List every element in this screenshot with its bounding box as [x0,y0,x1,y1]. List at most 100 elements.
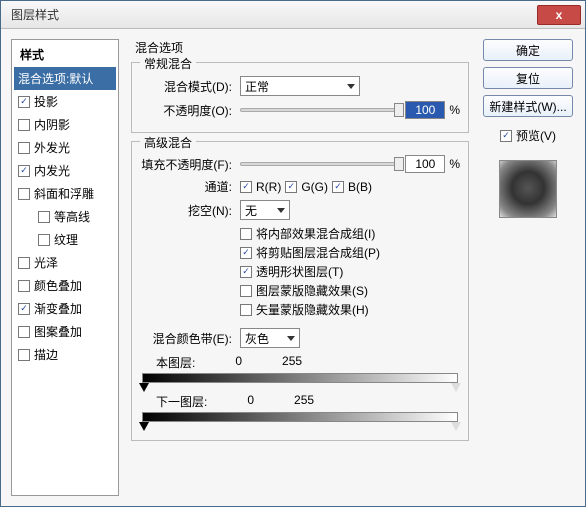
knockout-label: 挖空(N): [140,202,236,219]
dialog-window: 图层样式 x 样式 混合选项:默认 ✓ 投影内阴影外发光 ✓ 内发光斜面和浮雕等高线纹… [0,0,586,507]
fill-slider[interactable] [240,162,401,166]
under-layer-track[interactable] [142,412,458,422]
ok-button[interactable]: 确定 [483,39,573,61]
knockout-value: 无 [245,202,257,219]
fill-thumb[interactable] [394,157,404,171]
checkbox-icon: ✓ [332,181,344,193]
new-style-button[interactable]: 新建样式(W)... [483,95,573,117]
opacity-input[interactable]: 100 [405,101,445,119]
checkbox-icon: ✓ [240,181,252,193]
opacity-label: 不透明度(O): [140,102,236,119]
style-item-4[interactable]: 斜面和浮雕 [14,182,116,205]
checkbox-icon [18,188,30,200]
style-item-2[interactable]: 外发光 [14,136,116,159]
adv-opt-2[interactable]: ✓ 透明形状图层(T) [240,263,460,280]
close-button[interactable]: x [537,5,581,25]
right-panel: 确定 复位 新建样式(W)... ✓ 预览(V) [481,39,575,496]
titlebar: 图层样式 x [1,1,585,29]
blend-if-select[interactable]: 灰色 [240,328,300,348]
blend-mode-label: 混合模式(D): [140,78,236,95]
band-val-255: 255 [282,354,302,371]
dialog-body: 样式 混合选项:默认 ✓ 投影内阴影外发光 ✓ 内发光斜面和浮雕等高线纹理光泽颜色叠加… [1,29,585,506]
opt-label: 矢量蒙版隐藏效果(H) [256,301,369,318]
general-blend-fieldset: 常规混合 混合模式(D): 正常 不透明度(O): 100 % [131,62,469,133]
style-item-1[interactable]: 内阴影 [14,113,116,136]
checkbox-icon: ✓ [18,96,30,108]
chevron-down-icon [287,336,295,341]
close-icon: x [556,8,563,22]
style-item-0[interactable]: ✓ 投影 [14,90,116,113]
style-item-6[interactable]: 纹理 [14,228,116,251]
checkbox-icon [18,142,30,154]
checkbox-icon: ✓ [500,130,512,142]
checkbox-icon: ✓ [240,247,252,259]
opacity-slider[interactable] [240,108,401,112]
main-panel: 混合选项 常规混合 混合模式(D): 正常 不透明度(O): 100 [127,39,473,496]
white-stop-handle[interactable] [451,422,461,431]
cancel-button[interactable]: 复位 [483,67,573,89]
styles-header: 样式 [14,42,116,67]
blend-mode-select[interactable]: 正常 [240,76,360,96]
preview-swatch [499,160,557,218]
black-stop-handle[interactable] [139,422,149,431]
opt-label: 透明形状图层(T) [256,263,343,280]
this-layer-track[interactable] [142,373,458,383]
fill-input[interactable]: 100 [405,155,445,173]
checkbox-icon: ✓ [285,181,297,193]
checkbox-icon [240,285,252,297]
style-item-label: 纹理 [54,231,78,248]
blend-if-label: 混合颜色带(E): [140,330,236,347]
checkbox-icon [38,211,50,223]
style-item-label: 内发光 [34,162,70,179]
under-layer-label: 下一图层: [156,393,207,410]
style-item-label: 光泽 [34,254,58,271]
style-item-label: 颜色叠加 [34,277,82,294]
adv-opt-4[interactable]: 矢量蒙版隐藏效果(H) [240,301,460,318]
dialog-title: 图层样式 [5,6,537,23]
style-item-11[interactable]: 描边 [14,343,116,366]
style-item-9[interactable]: ✓渐变叠加 [14,297,116,320]
blending-options-item[interactable]: 混合选项:默认 [14,67,116,90]
opacity-thumb[interactable] [394,103,404,117]
adv-opt-1[interactable]: ✓ 将剪贴图层混合成组(P) [240,244,460,261]
channels-label: 通道: [140,178,236,195]
style-item-label: 外发光 [34,139,70,156]
checkbox-icon [18,257,30,269]
style-item-5[interactable]: 等高线 [14,205,116,228]
under-layer-band: 下一图层: 0 255 [140,393,460,422]
advanced-legend: 高级混合 [140,134,196,151]
checkbox-icon: ✓ [240,266,252,278]
advanced-blend-fieldset: 高级混合 填充不透明度(F): 100 % 通道: ✓R(R) ✓G(G) ✓B… [131,141,469,441]
black-stop-handle[interactable] [139,383,149,392]
band-val-0: 0 [235,354,242,371]
blending-options-label: 混合选项:默认 [18,70,93,87]
channel-b[interactable]: ✓B(B) [332,180,372,194]
style-item-10[interactable]: 图案叠加 [14,320,116,343]
chevron-down-icon [277,208,285,213]
general-legend: 常规混合 [140,55,196,72]
style-item-7[interactable]: 光泽 [14,251,116,274]
checkbox-icon: ✓ [18,165,30,177]
adv-opt-0[interactable]: 将内部效果混合成组(I) [240,225,460,242]
channel-g[interactable]: ✓G(G) [285,180,328,194]
checkbox-icon: ✓ [18,303,30,315]
pct-label: % [449,103,460,117]
checkbox-icon [18,326,30,338]
checkbox-icon [38,234,50,246]
style-item-label: 投影 [34,93,58,110]
preview-checkbox[interactable]: ✓ 预览(V) [500,127,556,144]
style-item-label: 描边 [34,346,58,363]
style-item-3[interactable]: ✓ 内发光 [14,159,116,182]
pct-label: % [449,157,460,171]
style-item-8[interactable]: 颜色叠加 [14,274,116,297]
checkbox-icon [18,280,30,292]
channel-r[interactable]: ✓R(R) [240,180,281,194]
opt-label: 将剪贴图层混合成组(P) [256,244,380,261]
fill-label: 填充不透明度(F): [140,156,236,173]
white-stop-handle[interactable] [451,383,461,392]
adv-opt-3[interactable]: 图层蒙版隐藏效果(S) [240,282,460,299]
knockout-select[interactable]: 无 [240,200,290,220]
style-item-label: 斜面和浮雕 [34,185,94,202]
checkbox-icon [240,304,252,316]
band-val-0: 0 [247,393,254,410]
